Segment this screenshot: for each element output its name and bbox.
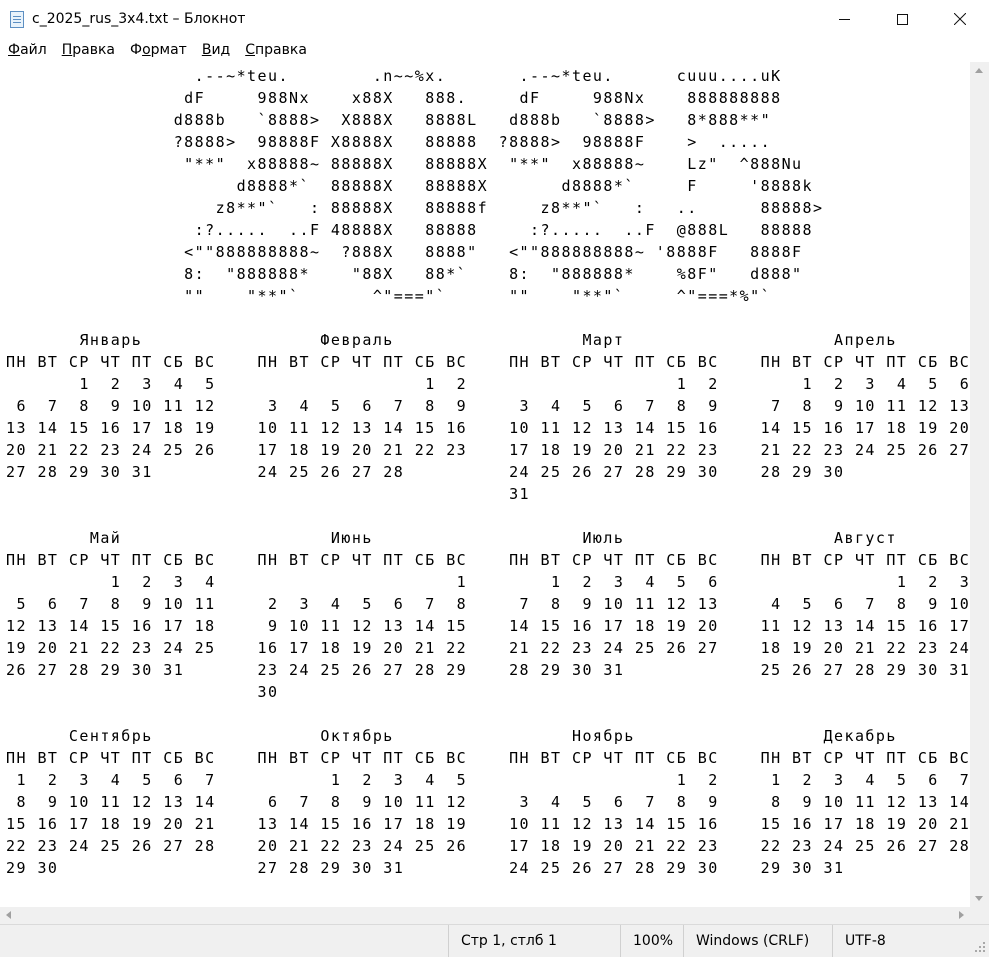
zoom-level: 100%: [620, 925, 673, 957]
title-bar[interactable]: c_2025_rus_3x4.txt – Блокнот: [0, 0, 989, 38]
menu-bar: Файл Правка Формат Вид Справка: [0, 38, 989, 62]
menu-format[interactable]: Формат: [122, 42, 194, 58]
menu-file[interactable]: Файл: [0, 42, 54, 58]
maximize-button[interactable]: [873, 0, 931, 38]
cursor-position: Стр 1, стлб 1: [448, 925, 557, 957]
menu-edit[interactable]: Правка: [54, 42, 122, 58]
resize-grip-icon[interactable]: [974, 942, 986, 954]
minimize-button[interactable]: [815, 0, 873, 38]
close-icon: [954, 13, 966, 25]
scrollbar-corner: [970, 907, 989, 924]
minimize-icon: [838, 18, 850, 20]
maximize-icon: [896, 13, 908, 25]
status-bar: Стр 1, стлб 1 100% Windows (CRLF) UTF-8: [0, 924, 989, 957]
scroll-down-icon[interactable]: [975, 896, 983, 901]
notepad-icon: [8, 10, 24, 28]
scroll-up-icon[interactable]: [975, 68, 983, 73]
menu-help[interactable]: Справка: [237, 42, 314, 58]
window-controls: [815, 0, 989, 38]
scroll-left-icon[interactable]: [6, 911, 11, 919]
scroll-right-icon[interactable]: [959, 911, 964, 919]
close-button[interactable]: [931, 0, 989, 38]
vertical-scrollbar[interactable]: [970, 62, 989, 907]
menu-view[interactable]: Вид: [194, 42, 237, 58]
line-endings: Windows (CRLF): [683, 925, 809, 957]
text-editor[interactable]: .--~*teu. .n~~%x. .--~*teu. cuuu....uK d…: [0, 62, 970, 907]
window-title: c_2025_rus_3x4.txt – Блокнот: [32, 11, 246, 27]
editor-text[interactable]: .--~*teu. .n~~%x. .--~*teu. cuuu....uK d…: [6, 65, 970, 879]
encoding: UTF-8: [832, 925, 886, 957]
horizontal-scrollbar[interactable]: [0, 907, 970, 924]
